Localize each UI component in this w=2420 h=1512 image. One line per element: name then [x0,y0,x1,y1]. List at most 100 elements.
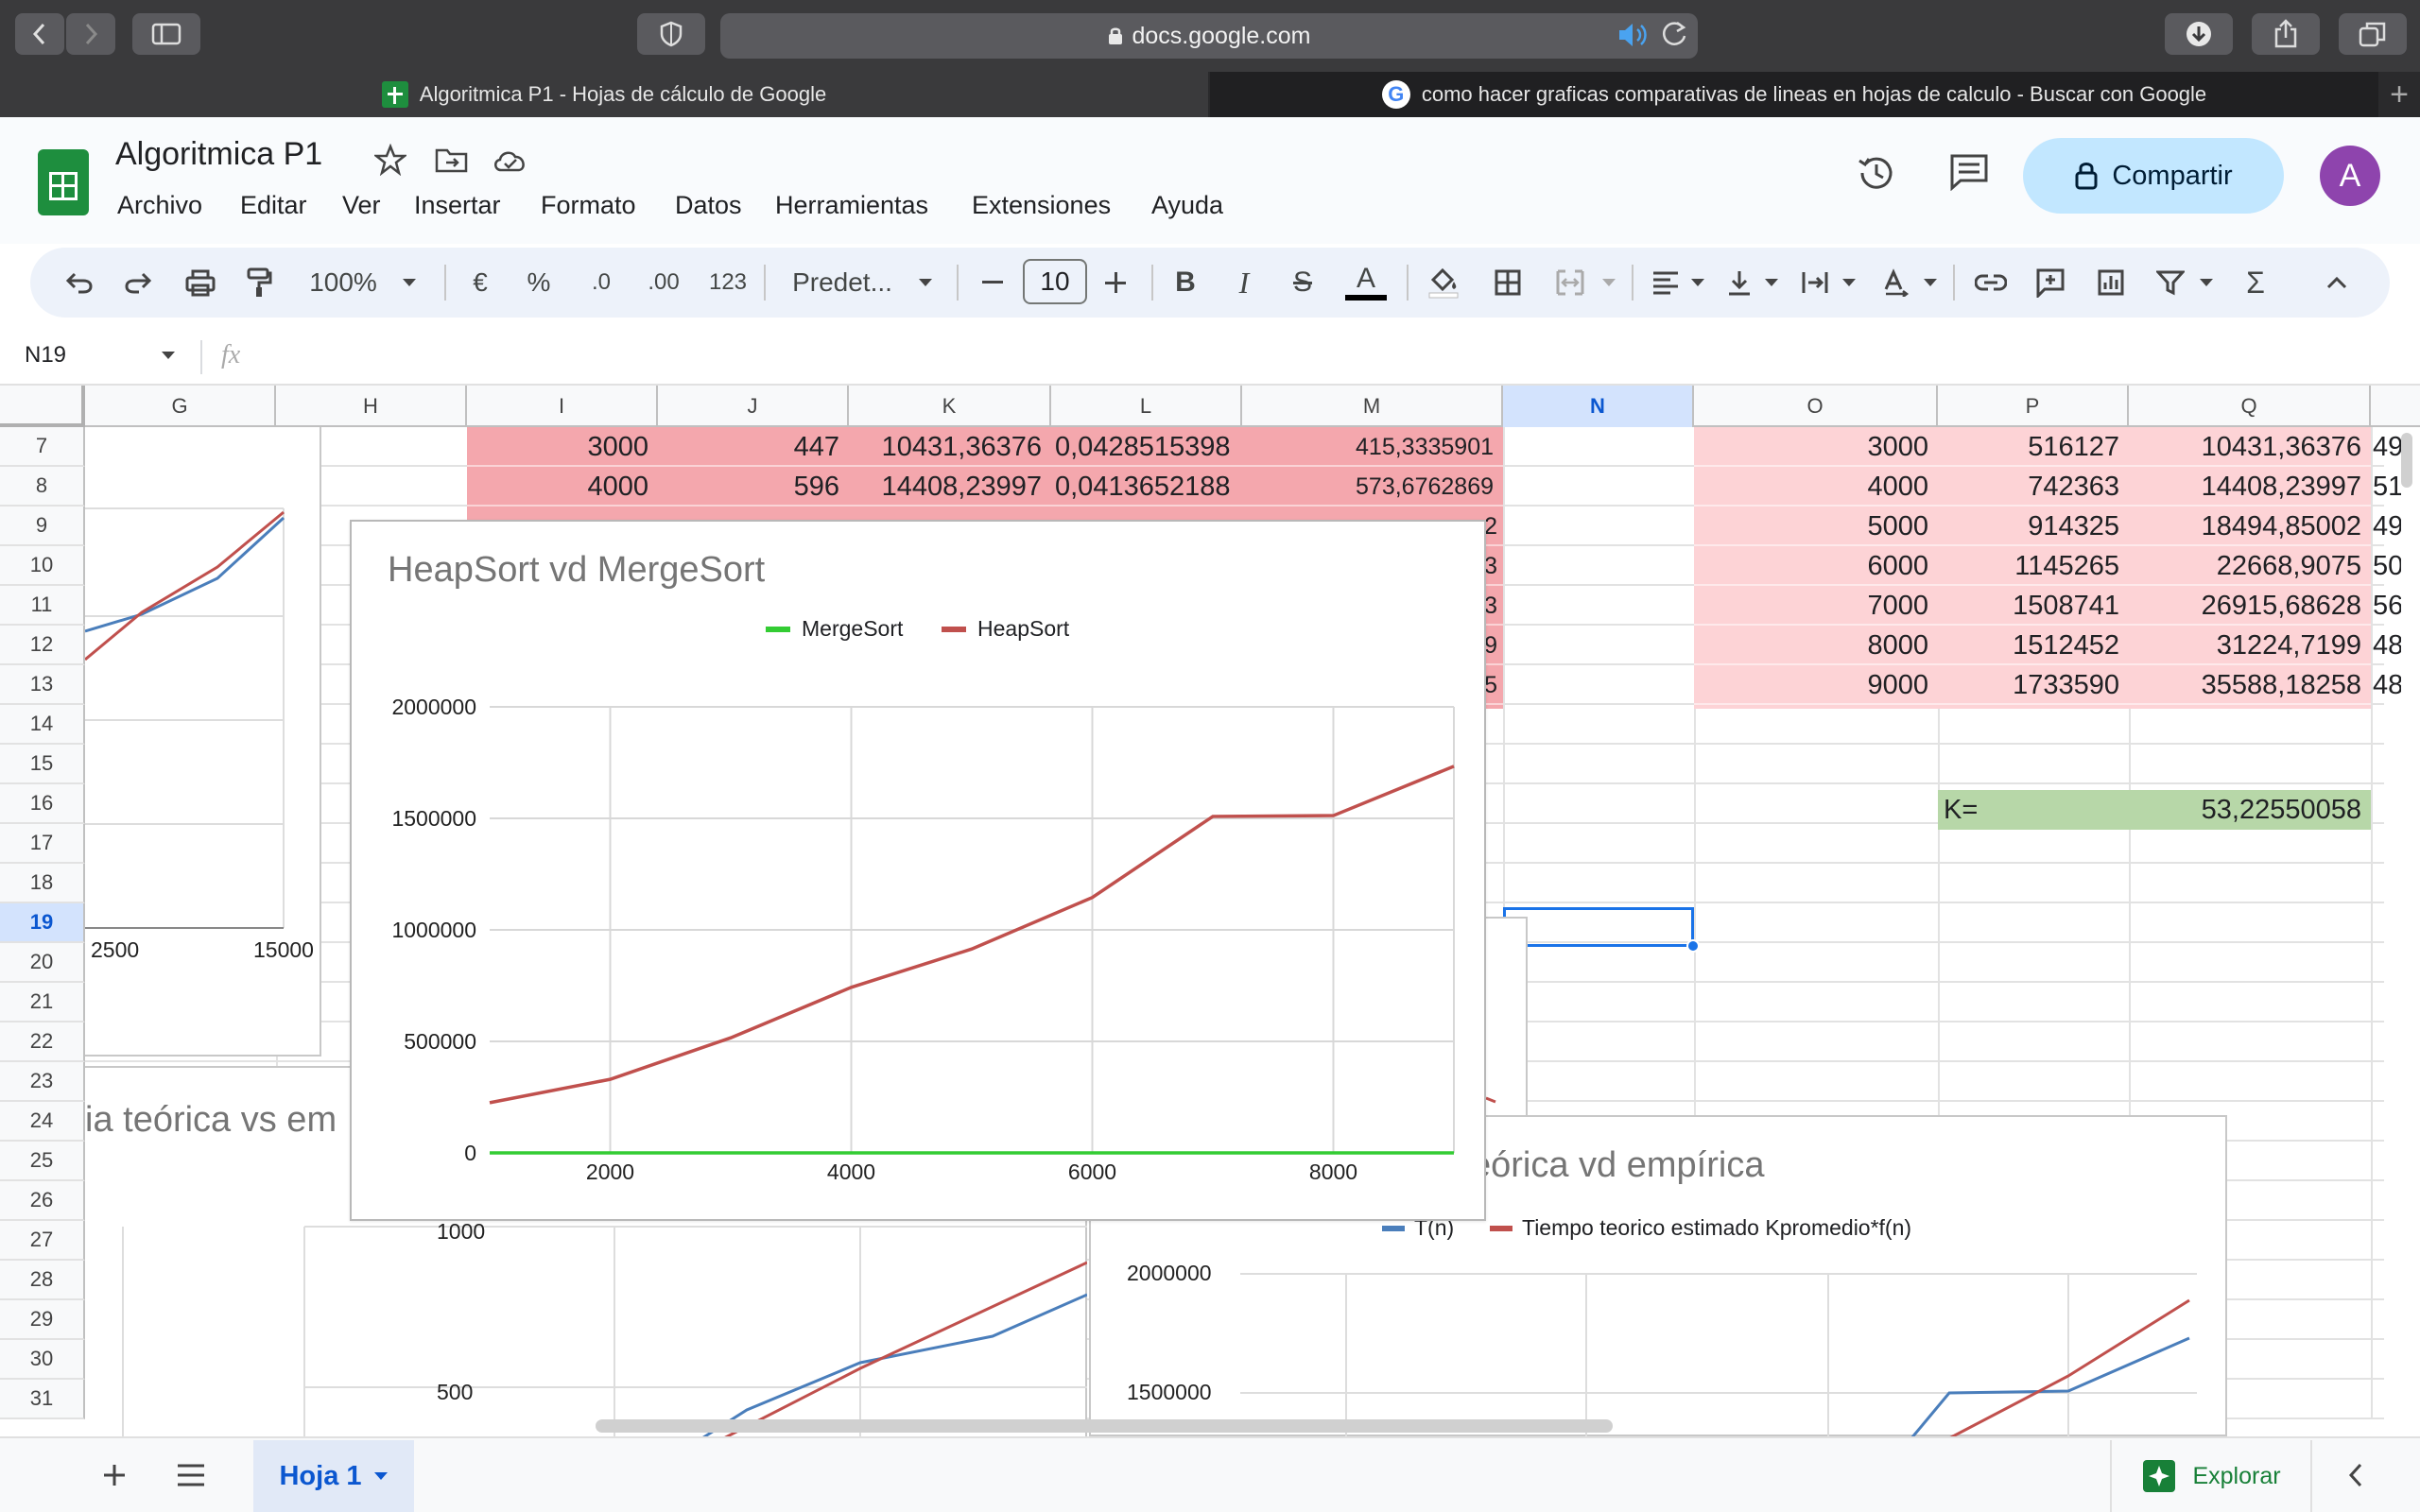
increase-font-size-icon[interactable] [1097,248,1134,318]
cell-k7[interactable]: 10431,36376 [849,427,1051,467]
cell-r12[interactable]: 48 [2373,626,2401,665]
sidebar-icon[interactable] [132,13,200,55]
row-header[interactable]: 8 [0,467,85,507]
menu-datos[interactable]: Datos [675,191,742,220]
reload-icon[interactable] [1660,19,1688,54]
active-cell-selection[interactable] [1503,907,1694,947]
cell-p16[interactable]: K= [1938,790,2129,830]
vertical-align-icon[interactable] [1719,248,1760,318]
cell-r8[interactable]: 51 [2373,467,2401,507]
new-tab-button[interactable]: + [2378,72,2420,117]
horizontal-scrollbar[interactable] [596,1419,1613,1433]
cell-i7[interactable]: 3000 [467,427,658,467]
number-format-button[interactable]: 123 [701,248,754,318]
tabs-overview-icon[interactable] [2339,13,2407,55]
cell-o13[interactable]: 9000 [1694,665,1938,705]
borders-icon[interactable] [1486,248,1530,318]
speaker-icon[interactable] [1616,21,1651,54]
row-header[interactable]: 26 [0,1181,85,1221]
column-header-n[interactable]: N [1503,386,1694,427]
cell-o12[interactable]: 8000 [1694,626,1938,665]
row-header[interactable]: 9 [0,507,85,546]
filter-icon[interactable] [2150,248,2191,318]
strikethrough-button[interactable]: S [1282,248,1323,318]
fill-handle[interactable] [1686,939,1700,953]
comments-icon[interactable] [1949,153,1989,196]
chevron-down-icon[interactable] [373,1471,389,1481]
cell-o7[interactable]: 3000 [1694,427,1938,467]
chart-small-left[interactable]: 2500 15000 [85,427,321,1057]
row-header[interactable]: 15 [0,745,85,784]
cloud-saved-icon[interactable] [492,146,529,179]
chevron-down-icon[interactable] [1760,248,1783,318]
cell-j7[interactable]: 447 [658,427,849,467]
sheet-tab-hoja-1[interactable]: Hoja 1 [253,1440,414,1512]
currency-format-button[interactable]: € [461,248,499,318]
cell-p11[interactable]: 1508741 [1938,586,2129,626]
row-header[interactable]: 14 [0,705,85,745]
share-sheet-icon[interactable] [2252,13,2320,55]
chart-heapsort-vs-mergesort[interactable]: HeapSort vd MergeSort MergeSort HeapSort… [350,520,1486,1221]
chevron-down-icon[interactable] [1598,248,1620,318]
address-bar[interactable]: docs.google.com [720,13,1698,59]
print-icon[interactable] [178,248,223,318]
chevron-down-icon[interactable] [161,348,176,365]
menu-archivo[interactable]: Archivo [117,191,202,220]
avatar[interactable]: A [2320,146,2380,206]
menu-ver[interactable]: Ver [342,191,381,220]
menu-ayuda[interactable]: Ayuda [1151,191,1223,220]
cell-q7[interactable]: 10431,36376 [2129,427,2371,467]
chevron-down-icon[interactable] [1686,248,1709,318]
chevron-left-icon[interactable] [2346,1461,2365,1494]
column-header-g[interactable]: G [85,386,276,427]
insert-chart-icon[interactable] [2089,248,2133,318]
cell-m8[interactable]: 573,6762869 [1242,467,1503,507]
column-header-o[interactable]: O [1694,386,1938,427]
row-header[interactable]: 11 [0,586,85,626]
forward-icon[interactable] [66,13,115,55]
cell-q10[interactable]: 22668,9075 [2129,546,2371,586]
bold-button[interactable]: B [1165,248,1206,318]
move-folder-icon[interactable] [435,146,469,179]
share-button[interactable]: Compartir [2023,138,2284,214]
cell-p13[interactable]: 1733590 [1938,665,2129,705]
row-header[interactable]: 31 [0,1380,85,1419]
select-all-corner[interactable] [0,386,85,427]
font-size-input[interactable]: 10 [1023,259,1087,304]
chevron-down-icon[interactable] [911,248,940,318]
chevron-down-icon[interactable] [395,248,424,318]
vertical-scrollbar[interactable] [2401,433,2412,488]
column-header-q[interactable]: Q [2129,386,2371,427]
row-header[interactable]: 20 [0,943,85,983]
undo-icon[interactable] [59,248,100,318]
menu-extensiones[interactable]: Extensiones [972,191,1111,220]
cell-j8[interactable]: 596 [658,467,849,507]
cell-m7[interactable]: 415,3335901 [1242,427,1503,467]
cell-q11[interactable]: 26915,68628 [2129,586,2371,626]
cell-q16[interactable]: 53,22550058 [2129,790,2371,830]
column-header-k[interactable]: K [849,386,1051,427]
menu-herramientas[interactable]: Herramientas [775,191,928,220]
formula-input[interactable] [274,336,2382,378]
increase-decimal-button[interactable]: .00 [639,248,688,318]
row-header[interactable]: 22 [0,1022,85,1062]
menu-insertar[interactable]: Insertar [414,191,501,220]
row-header[interactable]: 17 [0,824,85,864]
insert-link-icon[interactable] [1968,248,2014,318]
cell-p12[interactable]: 1512452 [1938,626,2129,665]
percent-format-button[interactable]: % [520,248,558,318]
chevron-down-icon[interactable] [2195,248,2218,318]
insert-comment-icon[interactable] [2029,248,2072,318]
cell-q8[interactable]: 14408,23997 [2129,467,2371,507]
row-header[interactable]: 29 [0,1300,85,1340]
cell-i8[interactable]: 4000 [467,467,658,507]
column-header-i[interactable]: I [467,386,658,427]
menu-formato[interactable]: Formato [541,191,636,220]
sheets-logo-icon[interactable] [38,149,89,215]
font-select[interactable]: Predet... [781,248,904,318]
redo-icon[interactable] [117,248,159,318]
cell-q9[interactable]: 18494,85002 [2129,507,2371,546]
row-header[interactable]: 25 [0,1142,85,1181]
cell-q12[interactable]: 31224,7199 [2129,626,2371,665]
cell-o10[interactable]: 6000 [1694,546,1938,586]
